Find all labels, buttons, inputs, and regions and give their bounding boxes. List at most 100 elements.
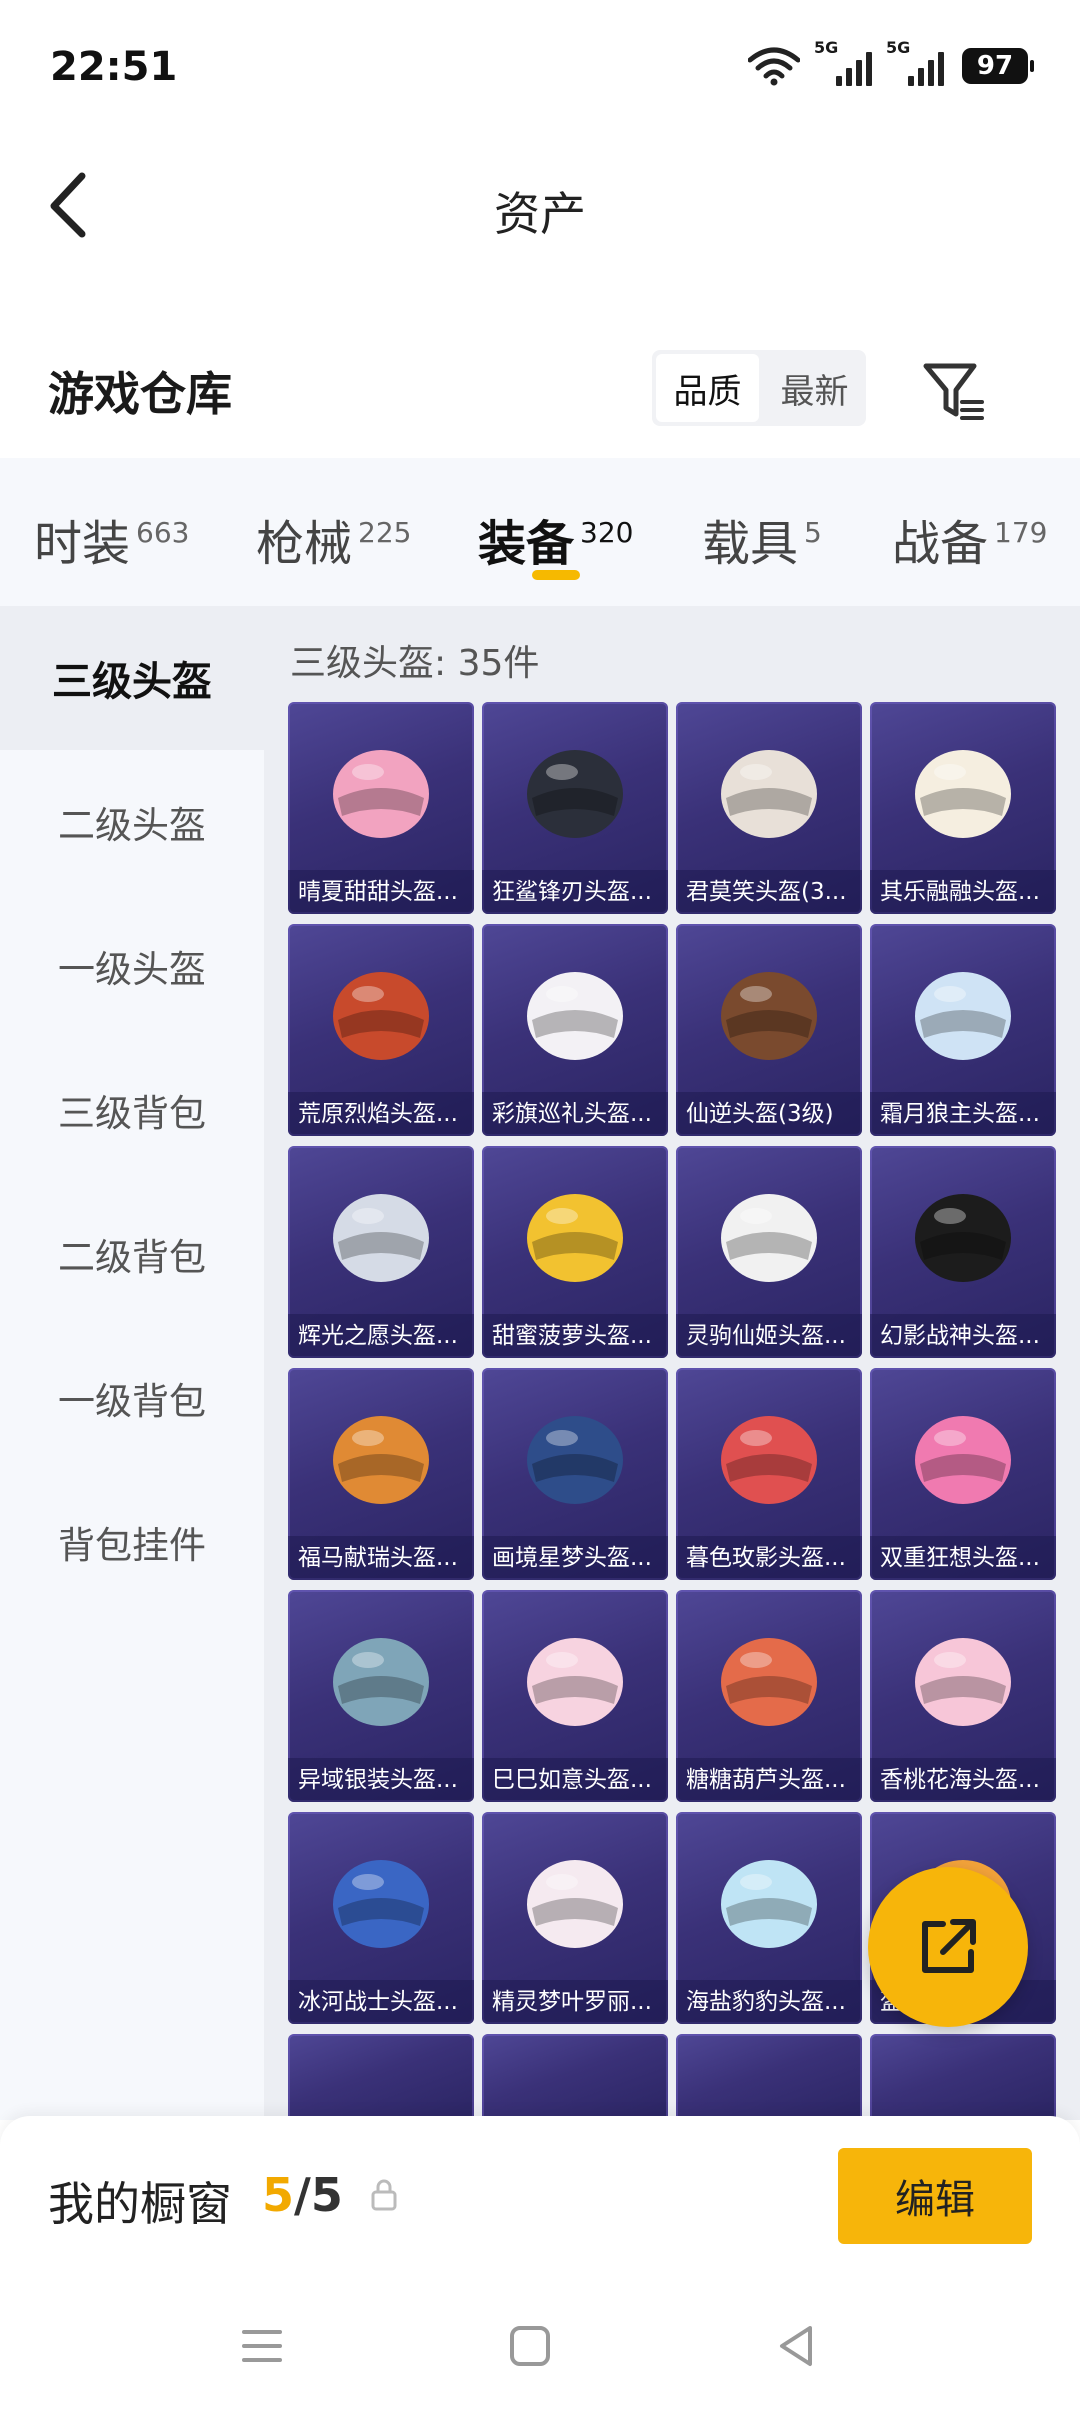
item-name: 海盐豹豹头盔... bbox=[676, 1980, 862, 2024]
item-name: 福马献瑞头盔... bbox=[288, 1536, 474, 1580]
sort-quality-button[interactable]: 品质 bbox=[656, 354, 759, 422]
sidebar-item-backpack-charm[interactable]: 背包挂件 bbox=[0, 1470, 264, 1614]
item-card[interactable]: 海盐豹豹头盔... bbox=[676, 1812, 862, 2024]
showcase-label: 我的橱窗 bbox=[48, 2177, 232, 2231]
sidebar-item-level3-backpack[interactable]: 三级背包 bbox=[0, 1038, 264, 1182]
sidebar-item-level1-backpack[interactable]: 一级背包 bbox=[0, 1326, 264, 1470]
helmet-icon bbox=[915, 1194, 1011, 1282]
warehouse-title: 游戏仓库 bbox=[48, 367, 232, 421]
wifi-icon bbox=[748, 47, 800, 86]
helmet-icon bbox=[721, 1638, 817, 1726]
tab-label: 枪械 bbox=[256, 516, 353, 572]
tab-count: 5 bbox=[804, 516, 822, 549]
item-card[interactable]: 巳巳如意头盔... bbox=[482, 1590, 668, 1802]
active-tab-indicator bbox=[532, 570, 580, 580]
item-card[interactable]: 霜月狼主头盔... bbox=[870, 924, 1056, 1136]
item-card[interactable]: 冰河战士头盔... bbox=[288, 1812, 474, 2024]
home-icon[interactable] bbox=[508, 2324, 552, 2368]
helmet-icon bbox=[527, 1416, 623, 1504]
tab-guns[interactable]: 枪械 225 bbox=[256, 504, 411, 574]
item-name: 画境星梦头盔... bbox=[482, 1536, 668, 1580]
item-card[interactable]: 香桃花海头盔... bbox=[870, 1590, 1056, 1802]
item-card[interactable]: 甜蜜菠萝头盔... bbox=[482, 1146, 668, 1358]
item-card[interactable]: 荒原烈焰头盔... bbox=[288, 924, 474, 1136]
back-icon[interactable] bbox=[774, 2324, 818, 2368]
showcase-total: 5 bbox=[310, 2168, 343, 2222]
item-name: 灵驹仙姬头盔... bbox=[676, 1314, 862, 1358]
sidebar-item-level1-helmet[interactable]: 一级头盔 bbox=[0, 894, 264, 1038]
helmet-icon bbox=[333, 1194, 429, 1282]
item-card[interactable]: 糖糖葫芦头盔... bbox=[676, 1590, 862, 1802]
share-icon bbox=[922, 1919, 976, 1973]
item-name: 荒原烈焰头盔... bbox=[288, 1092, 474, 1136]
item-card[interactable]: 福马献瑞头盔... bbox=[288, 1368, 474, 1580]
helmet-icon bbox=[333, 1860, 429, 1948]
item-card[interactable]: 画境星梦头盔... bbox=[482, 1368, 668, 1580]
signal-icon: 5G bbox=[814, 38, 872, 86]
tab-fashion[interactable]: 时装 663 bbox=[34, 504, 189, 574]
status-icons: 5G 5G 97 bbox=[748, 38, 1034, 86]
item-card[interactable]: 彩旗巡礼头盔... bbox=[482, 924, 668, 1136]
item-card[interactable]: 其乐融融头盔... bbox=[870, 702, 1056, 914]
helmet-icon bbox=[527, 750, 623, 838]
item-name: 精灵梦叶罗丽... bbox=[482, 1980, 668, 2024]
item-card[interactable]: 晴夏甜甜头盔... bbox=[288, 702, 474, 914]
tab-count: 179 bbox=[994, 516, 1048, 549]
item-card[interactable]: 精灵梦叶罗丽... bbox=[482, 1812, 668, 2024]
item-card[interactable]: 辉光之愿头盔... bbox=[288, 1146, 474, 1358]
battery-level: 97 bbox=[976, 51, 1014, 81]
item-name: 甜蜜菠萝头盔... bbox=[482, 1314, 668, 1358]
filter-icon[interactable] bbox=[920, 358, 986, 424]
helmet-icon bbox=[527, 1194, 623, 1282]
item-card[interactable]: 仙逆头盔(3级) bbox=[676, 924, 862, 1136]
sort-latest-button[interactable]: 最新 bbox=[763, 350, 866, 426]
edit-button[interactable]: 编辑 bbox=[838, 2148, 1032, 2244]
item-card-partial[interactable] bbox=[482, 2034, 668, 2120]
helmet-icon bbox=[333, 750, 429, 838]
sidebar-item-level2-helmet[interactable]: 二级头盔 bbox=[0, 750, 264, 894]
item-card-partial[interactable] bbox=[870, 2034, 1056, 2120]
tab-vehicles[interactable]: 载具 5 bbox=[702, 504, 822, 574]
system-nav-bar bbox=[0, 2276, 1080, 2412]
helmet-icon bbox=[915, 1416, 1011, 1504]
tab-count: 663 bbox=[136, 516, 190, 549]
item-card[interactable]: 异域银装头盔... bbox=[288, 1590, 474, 1802]
helmet-icon bbox=[721, 1416, 817, 1504]
clock: 22:51 bbox=[50, 44, 178, 90]
item-name: 其乐融融头盔... bbox=[870, 870, 1056, 914]
item-name: 辉光之愿头盔... bbox=[288, 1314, 474, 1358]
helmet-icon bbox=[915, 972, 1011, 1060]
tab-label: 战备 bbox=[892, 516, 989, 572]
item-name: 幻影战神头盔... bbox=[870, 1314, 1056, 1358]
item-card[interactable]: 幻影战神头盔... bbox=[870, 1146, 1056, 1358]
item-name: 暮色玫影头盔... bbox=[676, 1536, 862, 1580]
showcase-current: 5 bbox=[262, 2168, 295, 2222]
item-name: 仙逆头盔(3级) bbox=[676, 1092, 862, 1136]
item-name: 狂鲨锋刃头盔... bbox=[482, 870, 668, 914]
item-name: 巳巳如意头盔... bbox=[482, 1758, 668, 1802]
tab-supplies[interactable]: 战备 179 bbox=[892, 504, 1047, 574]
network-type-label: 5G bbox=[814, 38, 839, 57]
sidebar-item-level2-backpack[interactable]: 二级背包 bbox=[0, 1182, 264, 1326]
item-card[interactable]: 君莫笑头盔(3... bbox=[676, 702, 862, 914]
item-card-partial[interactable] bbox=[676, 2034, 862, 2120]
helmet-icon bbox=[721, 1194, 817, 1282]
item-card[interactable]: 暮色玫影头盔... bbox=[676, 1368, 862, 1580]
helmet-icon bbox=[333, 972, 429, 1060]
item-name: 霜月狼主头盔... bbox=[870, 1092, 1056, 1136]
tab-label: 载具 bbox=[702, 516, 799, 572]
share-button[interactable] bbox=[868, 1867, 1028, 2027]
app-header: 资产 bbox=[0, 140, 1080, 270]
menu-icon[interactable] bbox=[240, 2324, 284, 2368]
item-card[interactable]: 狂鲨锋刃头盔... bbox=[482, 702, 668, 914]
item-name: 君莫笑头盔(3... bbox=[676, 870, 862, 914]
sidebar-item-level3-helmet[interactable]: 三级头盔 bbox=[0, 606, 264, 750]
tab-count: 225 bbox=[358, 516, 412, 549]
item-card-partial[interactable] bbox=[288, 2034, 474, 2120]
item-card[interactable]: 双重狂想头盔... bbox=[870, 1368, 1056, 1580]
tab-equipment[interactable]: 装备 320 bbox=[478, 504, 633, 574]
item-card[interactable]: 灵驹仙姬头盔... bbox=[676, 1146, 862, 1358]
category-tabs: 时装 663 枪械 225 装备 320 载具 5 战备 179 bbox=[0, 458, 1080, 606]
helmet-icon bbox=[527, 972, 623, 1060]
helmet-icon bbox=[721, 972, 817, 1060]
